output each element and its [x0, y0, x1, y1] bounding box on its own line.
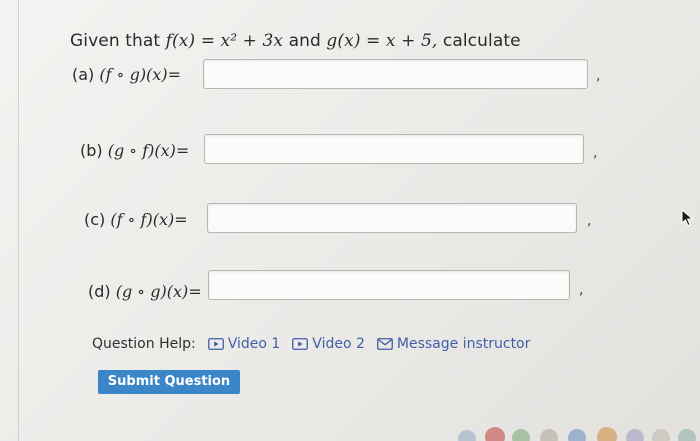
video-2-link[interactable]: Video 2 [292, 336, 365, 352]
question-d-expression: (g ∘ g)(x)= [115, 282, 202, 301]
question-d-label: (d) (g ∘ g)(x)= [88, 282, 202, 302]
prompt-g-definition: g(x) = x + 5, [326, 31, 438, 51]
mouse-pointer-icon [681, 209, 694, 227]
question-c-expression: (f ∘ f)(x)= [110, 210, 188, 229]
answer-c-input[interactable] [207, 203, 577, 233]
question-a-label: (a) (f ∘ g)(x)= [72, 65, 181, 85]
question-c-part: (c) [84, 210, 106, 229]
answer-b-input[interactable] [204, 134, 584, 164]
left-divider [18, 0, 19, 441]
answer-a-separator: , [596, 68, 601, 84]
prompt-f-definition: f(x) = x² + 3x [165, 31, 284, 51]
answer-a-input[interactable] [203, 59, 588, 89]
message-instructor-link[interactable]: Message instructor [376, 336, 531, 352]
question-page: Given that f(x) = x² + 3x and g(x) = x +… [0, 0, 700, 441]
prompt-calculate: calculate [442, 31, 521, 51]
answer-b-separator: , [593, 145, 598, 161]
question-prompt: Given that f(x) = x² + 3x and g(x) = x +… [70, 31, 521, 51]
message-instructor-label: Message instructor [396, 336, 531, 352]
answer-c-separator: , [587, 213, 592, 229]
question-a-expression: (f ∘ g)(x)= [99, 65, 181, 84]
question-d-part: (d) [88, 282, 111, 301]
question-help: Question Help: Video 1 Video 2 Message i… [92, 336, 542, 352]
question-b-part: (b) [80, 141, 103, 160]
video-2-label: Video 2 [312, 336, 365, 352]
question-c-label: (c) (f ∘ f)(x)= [84, 210, 188, 230]
video-icon [207, 338, 224, 350]
video-icon [292, 338, 309, 350]
answer-d-separator: , [579, 282, 584, 298]
envelope-icon [376, 338, 393, 350]
question-help-label: Question Help: [92, 336, 196, 352]
submit-question-button[interactable]: Submit Question [98, 370, 240, 394]
video-1-link[interactable]: Video 1 [207, 336, 281, 352]
question-b-expression: (g ∘ f)(x)= [107, 141, 190, 160]
prompt-and: and [288, 31, 321, 51]
prompt-given: Given that [70, 31, 161, 51]
question-a-part: (a) [72, 65, 95, 84]
question-b-label: (b) (g ∘ f)(x)= [80, 141, 189, 161]
answer-d-input[interactable] [208, 270, 570, 300]
dock-icons-strip [458, 427, 696, 441]
video-1-label: Video 1 [227, 336, 281, 352]
